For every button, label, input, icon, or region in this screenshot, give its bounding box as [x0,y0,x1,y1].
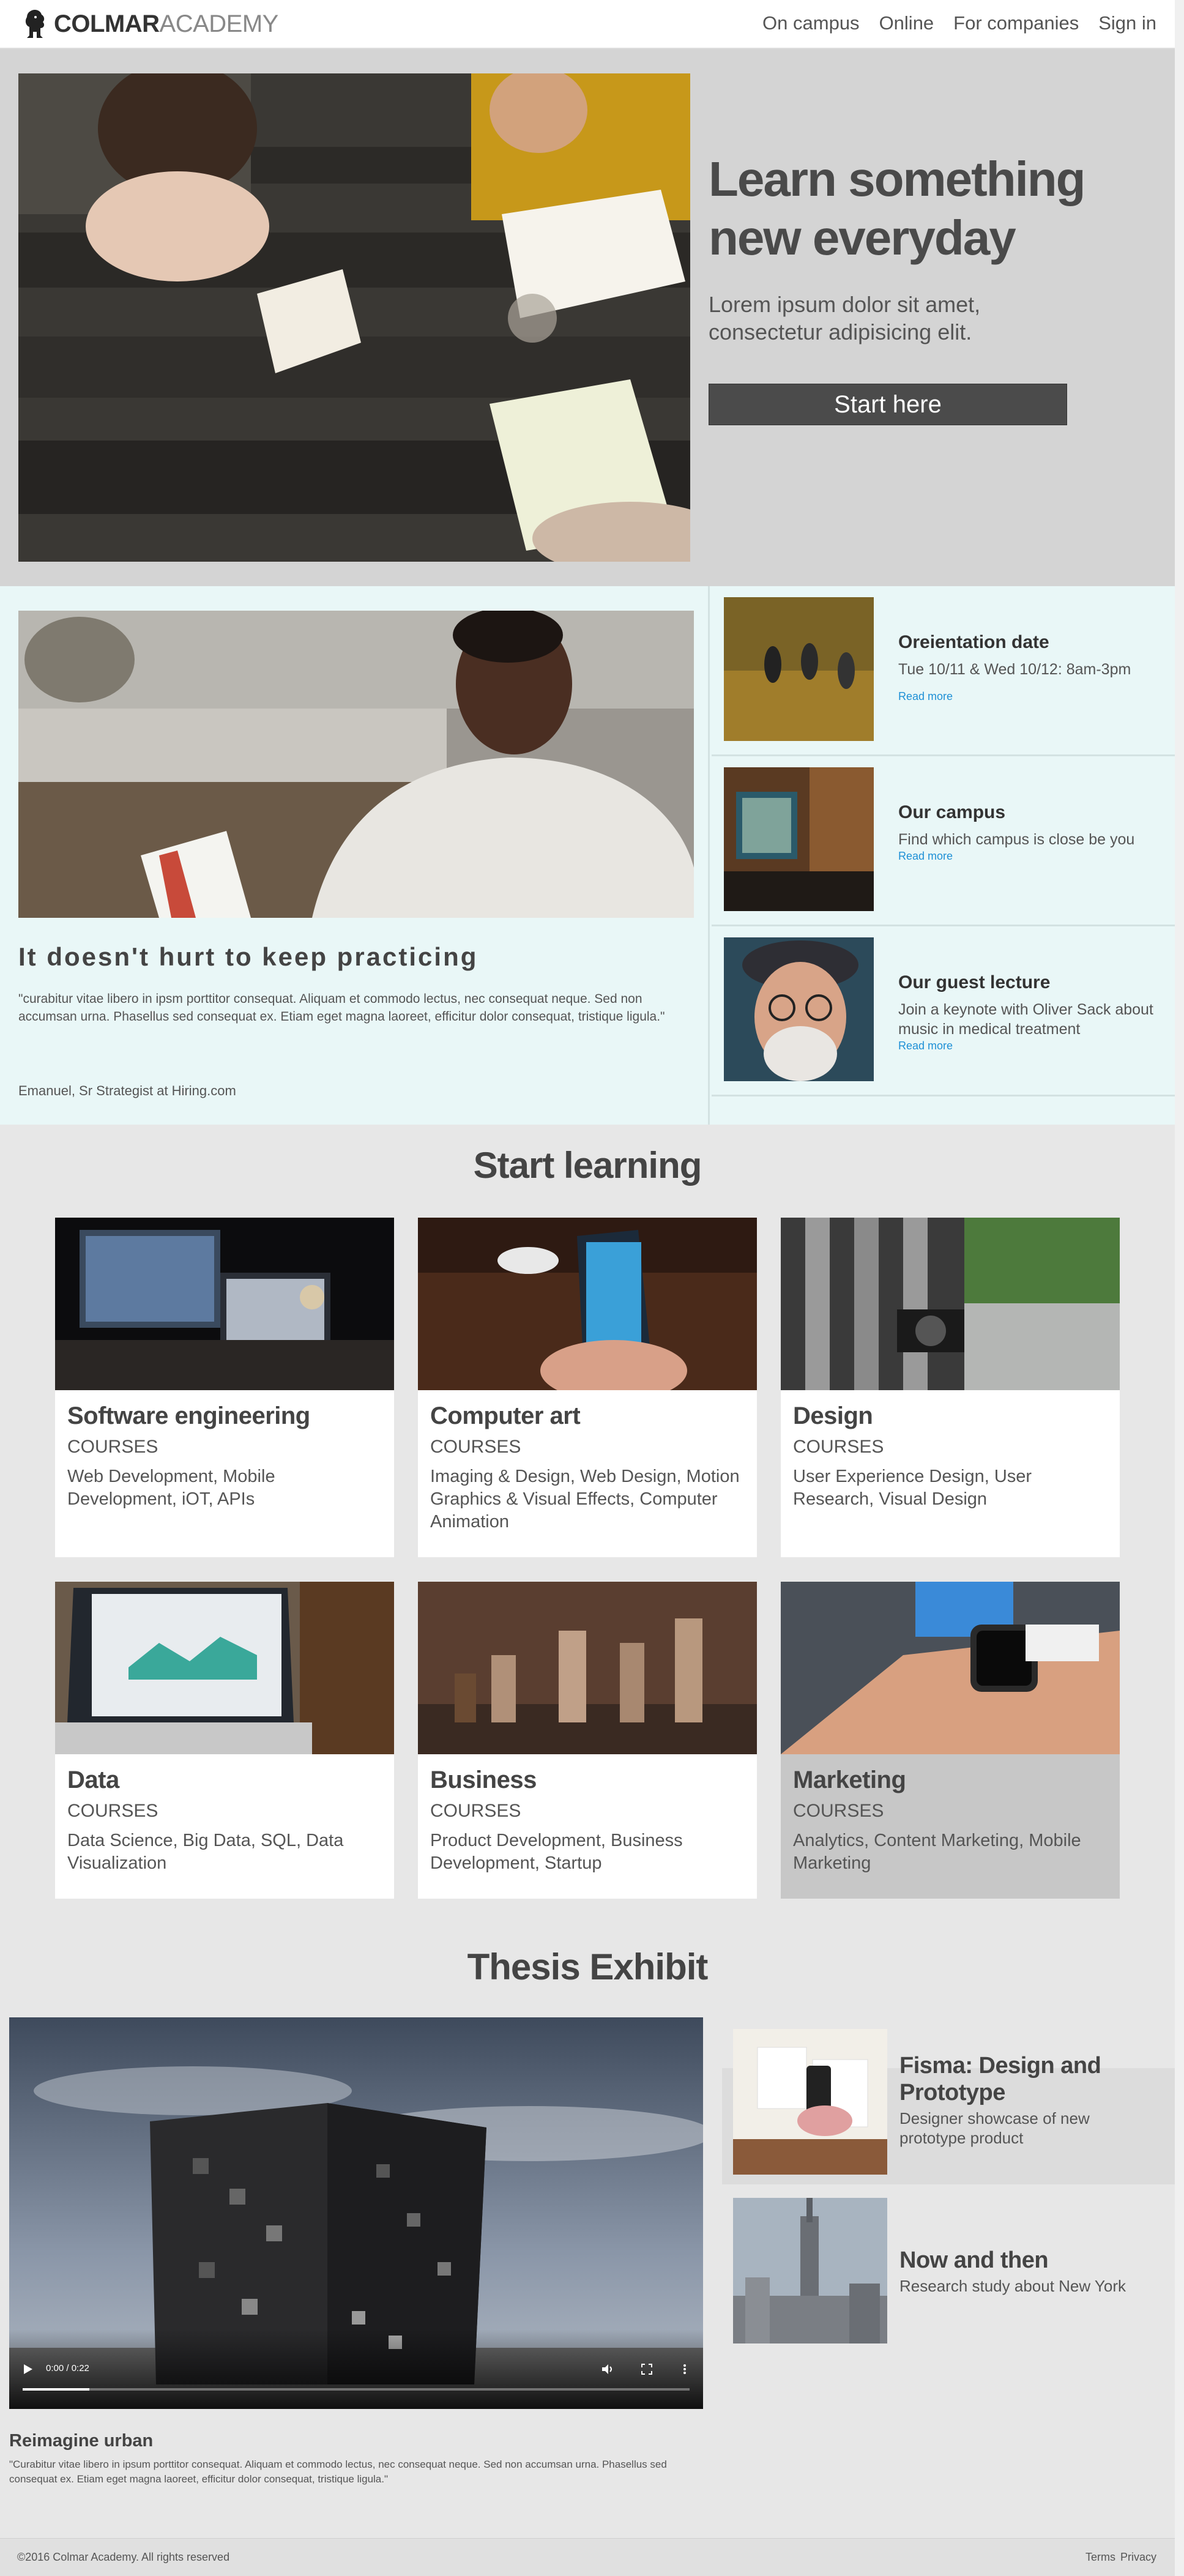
course-title: Computer art [430,1402,581,1429]
volume-icon[interactable] [601,2364,615,2375]
hero-subtitle: Lorem ipsum dolor sit amet, consectetur … [709,292,981,344]
course-label: COURSES [430,1437,521,1457]
course-title: Business [430,1766,537,1793]
video-progress-track[interactable] [23,2388,690,2391]
course-image [418,1218,757,1390]
footer-links: Terms Privacy [1085,2551,1156,2564]
practice-quote: "curabitur vitae libero in ipsm porttito… [18,992,665,1024]
thesis-item-desc: Research study about New York [899,2277,1126,2295]
event-desc: Find which campus is close be you [898,831,1135,848]
new-york-image [733,2198,887,2343]
course-label: COURSES [67,1801,158,1821]
course-title: Data [67,1766,119,1793]
thesis-item-title: Now and then [899,2247,1049,2273]
course-image [781,1218,1120,1390]
event-desc: Join a keynote with Oliver Sack about mu… [898,1001,1153,1038]
event-orientation: Oreientation date Tue 10/11 & Wed 10/12:… [712,586,1175,756]
logo-text-light: ACADEMY [159,10,279,37]
hero-title: Learn something new everyday [709,152,1086,265]
logo-text-bold: COLMAR [54,10,160,37]
course-image [418,1582,757,1754]
event-title: Our campus [898,802,1006,822]
copyright-text: ©2016 Colmar Academy. All rights reserve… [17,2551,230,2563]
video-progress-fill [23,2388,89,2391]
course-image [781,1582,1120,1754]
course-card-marketing[interactable]: Marketing COURSES Analytics, Content Mar… [781,1582,1120,1899]
read-more-link[interactable]: Read more [898,690,953,703]
terms-link[interactable]: Terms [1085,2551,1115,2564]
event-guest-lecture: Our guest lecture Join a keynote with Ol… [712,926,1175,1096]
read-more-link[interactable]: Read more [898,850,953,863]
video-quote: "Curabitur vitae libero in ipsum porttit… [9,2459,667,2485]
nav-online[interactable]: Online [879,12,934,34]
course-label: COURSES [793,1437,884,1457]
hero-image [18,73,690,562]
video-title: Reimagine urban [9,2431,154,2451]
read-more-link[interactable]: Read more [898,1040,953,1052]
course-card-software-engineering[interactable]: Software engineering COURSES Web Develop… [55,1218,394,1557]
main-nav: On campus Online For companies Sign in [762,12,1156,34]
video-time: 0:00 / 0:22 [46,2363,89,2373]
course-card-design[interactable]: Design COURSES User Experience Design, U… [781,1218,1120,1557]
orientation-image [724,597,874,741]
course-title: Software engineering [67,1402,310,1429]
play-icon[interactable] [23,2364,34,2375]
campus-image [724,767,874,911]
start-here-button[interactable]: Start here [709,384,1067,425]
more-options-icon[interactable] [682,2364,687,2375]
thesis-item-title: Fisma: Design and Prototype [899,2053,1101,2105]
practice-title: It doesn't hurt to keep practicing [18,942,478,971]
nav-for-companies[interactable]: For companies [953,12,1079,34]
fisma-image [733,2029,887,2175]
course-title: Design [793,1402,873,1429]
course-image [55,1582,394,1754]
course-desc: User Experience Design, User Research, V… [793,1467,1032,1509]
thesis-item-now-and-then[interactable]: Now and then Research study about New Yo… [733,2198,1161,2345]
event-title: Oreientation date [898,632,1049,652]
course-label: COURSES [793,1801,884,1821]
site-logo[interactable]: COLMAR ACADEMY [22,9,278,39]
thesis-item-fisma[interactable]: Fisma: Design and Prototype Designer sho… [733,2029,1161,2176]
guest-lecture-image [724,937,874,1081]
event-desc: Tue 10/11 & Wed 10/12: 8am-3pm [898,661,1131,678]
page-scrollbar[interactable] [1175,0,1184,2576]
course-desc: Imaging & Design, Web Design, Motion Gra… [430,1467,740,1532]
course-card-business[interactable]: Business COURSES Product Development, Bu… [418,1582,757,1899]
event-title: Our guest lecture [898,972,1051,992]
course-desc: Product Development, Business Developmen… [430,1831,683,1873]
course-title: Marketing [793,1766,906,1793]
thesis-video-player[interactable]: 0:00 / 0:22 [9,2017,703,2409]
course-card-computer-art[interactable]: Computer art COURSES Imaging & Design, W… [418,1218,757,1557]
start-learning-title: Start learning [473,1145,702,1186]
privacy-link[interactable]: Privacy [1120,2551,1156,2564]
course-desc: Web Development, Mobile Development, iOT… [67,1467,275,1509]
course-desc: Data Science, Big Data, SQL, Data Visual… [67,1831,344,1873]
fullscreen-icon[interactable] [641,2364,652,2375]
course-label: COURSES [430,1801,521,1821]
course-desc: Analytics, Content Marketing, Mobile Mar… [793,1831,1081,1873]
lion-logo-icon [25,10,45,38]
course-image [55,1218,394,1390]
course-label: COURSES [67,1437,158,1457]
nav-sign-in[interactable]: Sign in [1098,12,1156,34]
course-card-data[interactable]: Data COURSES Data Science, Big Data, SQL… [55,1582,394,1899]
student-reading-image [18,611,694,918]
practice-author: Emanuel, Sr Strategist at Hiring.com [18,1083,236,1098]
event-campus: Our campus Find which campus is close be… [712,756,1175,926]
thesis-exhibit-title: Thesis Exhibit [467,1946,709,1987]
thesis-item-desc: Designer showcase of new prototype produ… [899,2109,1090,2147]
video-frame [9,2017,703,2409]
nav-on-campus[interactable]: On campus [762,12,860,34]
